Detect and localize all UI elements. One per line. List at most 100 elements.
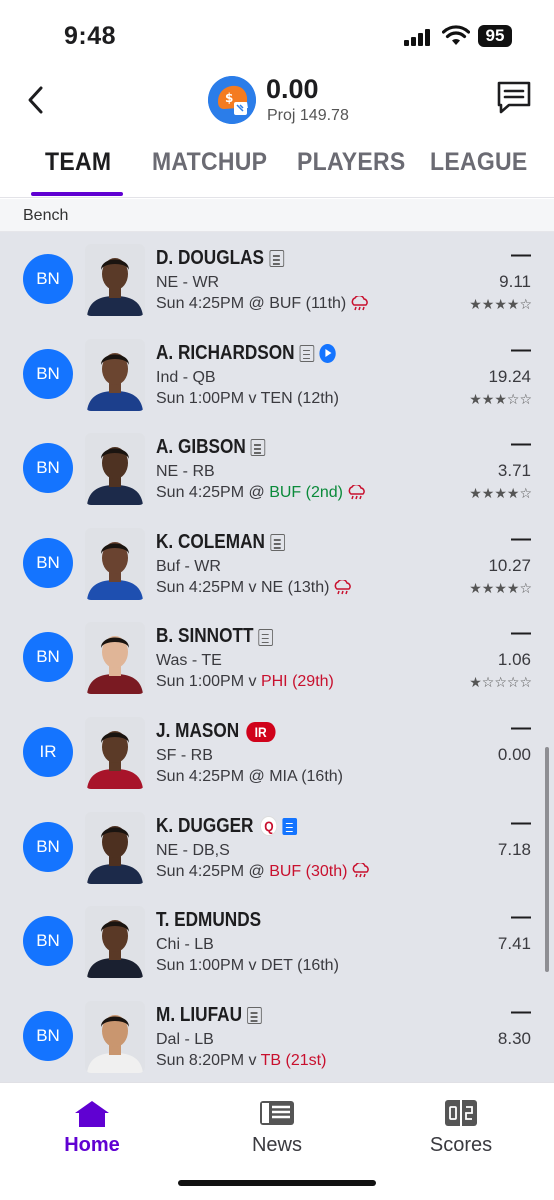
nav-news-label: News bbox=[251, 1134, 302, 1156]
game-time: Sun 4:25PM v bbox=[156, 578, 261, 596]
video-play-icon[interactable] bbox=[319, 343, 336, 363]
player-avatar bbox=[85, 717, 145, 789]
player-avatar bbox=[85, 906, 145, 979]
news-icon bbox=[260, 1101, 294, 1125]
team-logo: $ bbox=[208, 76, 256, 124]
projected-points: 8.30 bbox=[497, 1028, 531, 1048]
roster-slot-button[interactable]: BN bbox=[23, 916, 73, 967]
player-name[interactable]: D. DOUGLAS bbox=[156, 247, 284, 270]
player-name[interactable]: A. RICHARDSON bbox=[156, 342, 336, 365]
player-news-note-icon[interactable] bbox=[282, 817, 298, 835]
player-name-text: A. GIBSON bbox=[156, 436, 246, 459]
matchup-rating-stars: ★★★★☆ bbox=[469, 485, 532, 502]
player-row[interactable]: BN K. DUGGER Q NE - DB,S Sun 4:25PM @ BUF (3… bbox=[0, 800, 554, 895]
roster-slot-button[interactable]: BN bbox=[23, 632, 73, 683]
game-time: Sun 1:00PM v bbox=[156, 673, 261, 691]
player-row[interactable]: BN A. RICHARDSON Ind - QB Sun 1:00PM v TEN … bbox=[0, 327, 554, 422]
opponent-rank: TEN (12th) bbox=[260, 389, 339, 407]
player-name-text: T. EDMUNDS bbox=[156, 909, 262, 932]
player-avatar bbox=[85, 338, 145, 411]
player-team-position: Ind - QB bbox=[156, 368, 216, 386]
player-row[interactable]: BN A. GIBSON NE - RB Sun 4:25PM @ BUF (2nd)… bbox=[0, 421, 554, 516]
player-game-info: Sun 8:20PM v TB (21st) bbox=[156, 1052, 326, 1070]
player-row[interactable]: BN T. EDMUNDS Chi - LB Sun 1:00PM v DET (16… bbox=[0, 894, 554, 989]
battery-icon: 95 bbox=[478, 25, 512, 47]
player-name-text: M. LIUFAU bbox=[156, 1003, 242, 1026]
tab-matchup[interactable]: MATCHUP bbox=[152, 148, 267, 177]
roster-slot-button[interactable]: BN bbox=[23, 443, 73, 494]
opponent-rank: BUF (30th) bbox=[269, 862, 348, 880]
player-game-info: Sun 4:25PM @ BUF (2nd) bbox=[156, 484, 367, 502]
actual-points: — bbox=[511, 433, 531, 456]
player-game-info: Sun 4:25PM @ MIA (16th) bbox=[156, 768, 343, 786]
player-team-position: NE - RB bbox=[156, 463, 215, 481]
roster-slot-button[interactable]: BN bbox=[23, 821, 73, 872]
player-team-position: Was - TE bbox=[156, 652, 222, 670]
player-name-text: D. DOUGLAS bbox=[156, 247, 264, 269]
player-name[interactable]: K. COLEMAN bbox=[156, 531, 285, 554]
player-note-icon[interactable] bbox=[258, 628, 274, 646]
status-bar: 9:48 95 bbox=[0, 0, 554, 70]
tab-players[interactable]: PLAYERS bbox=[297, 148, 405, 177]
back-chevron-icon[interactable] bbox=[22, 82, 50, 118]
actual-points: — bbox=[511, 811, 531, 834]
player-game-info: Sun 1:00PM v PHI (29th) bbox=[156, 673, 334, 691]
roster-slot-button[interactable]: BN bbox=[23, 254, 73, 304]
roster-slot-button[interactable]: BN bbox=[23, 537, 73, 588]
chat-icon[interactable] bbox=[494, 78, 534, 118]
actual-points: — bbox=[511, 244, 531, 266]
player-list[interactable]: BN D. DOUGLAS NE - WR Sun 4:25PM @ BUF (11t… bbox=[0, 232, 554, 1082]
roster-slot-button[interactable]: BN bbox=[23, 348, 73, 399]
nav-scores[interactable]: Scores bbox=[391, 1083, 531, 1173]
nav-home[interactable]: Home bbox=[22, 1083, 162, 1173]
nav-news[interactable]: News bbox=[207, 1083, 347, 1173]
team-projection: Proj 149.78 bbox=[267, 107, 349, 124]
projected-points: 3.71 bbox=[497, 461, 531, 481]
matchup-rating-stars: ★★★★☆ bbox=[469, 579, 532, 596]
scrollbar[interactable] bbox=[545, 747, 549, 972]
nav-home-label: Home bbox=[64, 1134, 120, 1156]
projected-points: 7.41 bbox=[497, 934, 531, 954]
player-name[interactable]: M. LIUFAU bbox=[156, 1004, 262, 1027]
tab-team[interactable]: TEAM bbox=[45, 148, 111, 177]
player-name-text: A. RICHARDSON bbox=[156, 341, 295, 364]
player-note-icon[interactable] bbox=[270, 534, 285, 552]
player-avatar bbox=[85, 244, 145, 316]
player-game-info: Sun 4:25PM v NE (13th) bbox=[156, 579, 353, 597]
opponent-rank: PHI (29th) bbox=[260, 673, 334, 691]
player-name[interactable]: K. DUGGER Q bbox=[156, 815, 298, 838]
player-name[interactable]: B. SINNOTT bbox=[156, 625, 274, 648]
game-time: Sun 1:00PM v bbox=[156, 389, 261, 407]
player-note-icon[interactable] bbox=[247, 1007, 262, 1025]
player-note-icon[interactable] bbox=[250, 439, 266, 457]
team-score: 0.00 bbox=[266, 74, 319, 104]
player-note-icon[interactable] bbox=[269, 250, 284, 268]
matchup-rating-stars: ★★★☆☆ bbox=[469, 390, 532, 407]
player-row[interactable]: IR J. MASON IR SF - RB Sun 4:25PM @ MIA (16t… bbox=[0, 705, 554, 800]
player-name[interactable]: A. GIBSON bbox=[156, 436, 266, 459]
injury-reserve-badge: IR bbox=[246, 721, 276, 742]
questionable-badge: Q bbox=[260, 816, 278, 837]
actual-points: — bbox=[511, 527, 531, 550]
player-name[interactable]: T. EDMUNDS bbox=[156, 909, 261, 932]
player-team-position: Chi - LB bbox=[156, 936, 214, 954]
roster-slot-button[interactable]: IR bbox=[23, 727, 73, 777]
rain-weather-icon bbox=[348, 484, 365, 500]
projected-points: 19.24 bbox=[488, 366, 531, 386]
player-row[interactable]: BN K. COLEMAN Buf - WR Sun 4:25PM v NE (13t… bbox=[0, 516, 554, 611]
game-time: Sun 8:20PM v bbox=[156, 1051, 261, 1069]
roster-slot-button[interactable]: BN bbox=[23, 1010, 73, 1061]
player-team-position: SF - RB bbox=[156, 747, 213, 764]
cellular-signal-icon bbox=[404, 28, 434, 46]
player-row[interactable]: BN M. LIUFAU Dal - LB Sun 8:20PM v TB (21st… bbox=[0, 989, 554, 1082]
player-game-info: Sun 4:25PM @ BUF (11th) bbox=[156, 295, 370, 313]
tab-league[interactable]: LEAGUE bbox=[430, 148, 528, 177]
projected-points: 9.11 bbox=[499, 272, 531, 291]
player-row[interactable]: BN D. DOUGLAS NE - WR Sun 4:25PM @ BUF (11t… bbox=[0, 232, 554, 327]
player-game-info: Sun 1:00PM v DET (16th) bbox=[156, 957, 339, 975]
player-note-icon[interactable] bbox=[299, 344, 315, 362]
status-time: 9:48 bbox=[64, 22, 117, 50]
player-name[interactable]: J. MASON IR bbox=[156, 720, 276, 743]
nav-scores-label: Scores bbox=[429, 1134, 493, 1156]
player-row[interactable]: BN B. SINNOTT Was - TE Sun 1:00PM v PHI (29… bbox=[0, 610, 554, 705]
